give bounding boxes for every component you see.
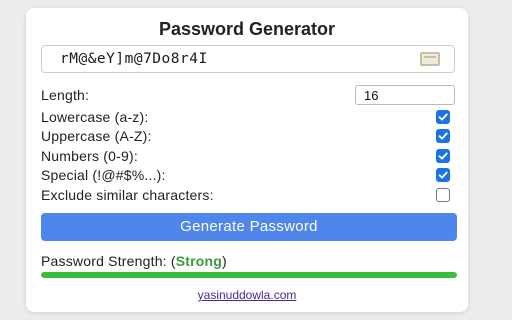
option-label-lowercase: Lowercase (a-z): <box>41 109 149 125</box>
checkmark-icon <box>438 152 448 160</box>
strength-value: Strong <box>175 253 223 269</box>
clipboard-icon[interactable] <box>420 52 440 66</box>
strength-label: Password Strength: ( <box>41 253 176 269</box>
length-row: Length: <box>41 85 455 105</box>
exclude-similar-checkbox[interactable] <box>436 188 450 202</box>
option-label-special: Special (!@#$%...): <box>41 167 166 183</box>
option-row-exclude-similar: Exclude similar characters: <box>41 185 455 205</box>
strength-bar <box>41 272 457 278</box>
lowercase-checkbox[interactable] <box>436 110 450 124</box>
footer-link[interactable]: yasinuddowla.com <box>26 288 468 302</box>
password-output-field[interactable]: rM@&eY]m@7Do8r4I <box>41 45 455 73</box>
password-strength: Password Strength: (Strong) <box>41 253 227 269</box>
special-checkbox[interactable] <box>436 168 450 182</box>
length-input[interactable] <box>355 85 455 105</box>
uppercase-checkbox[interactable] <box>436 129 450 143</box>
numbers-checkbox[interactable] <box>436 149 450 163</box>
option-label-numbers: Numbers (0-9): <box>41 148 138 164</box>
option-row-numbers: Numbers (0-9): <box>41 146 455 166</box>
checkmark-icon <box>438 171 448 179</box>
generate-password-button[interactable]: Generate Password <box>41 213 457 241</box>
password-generator-card: Password Generator rM@&eY]m@7Do8r4I Leng… <box>26 8 468 312</box>
password-value[interactable]: rM@&eY]m@7Do8r4I <box>60 51 208 67</box>
strength-bar-fill <box>41 272 457 278</box>
option-row-uppercase: Uppercase (A-Z): <box>41 126 455 146</box>
strength-suffix: ) <box>222 253 227 269</box>
option-label-uppercase: Uppercase (A-Z): <box>41 128 152 144</box>
app-title: Password Generator <box>158 19 336 39</box>
option-row-special: Special (!@#$%...): <box>41 165 455 185</box>
option-label-exclude-similar: Exclude similar characters: <box>41 187 214 203</box>
checkmark-icon <box>438 132 448 140</box>
length-label: Length: <box>41 87 90 103</box>
checkmark-icon <box>438 113 448 121</box>
option-row-lowercase: Lowercase (a-z): <box>41 107 455 127</box>
